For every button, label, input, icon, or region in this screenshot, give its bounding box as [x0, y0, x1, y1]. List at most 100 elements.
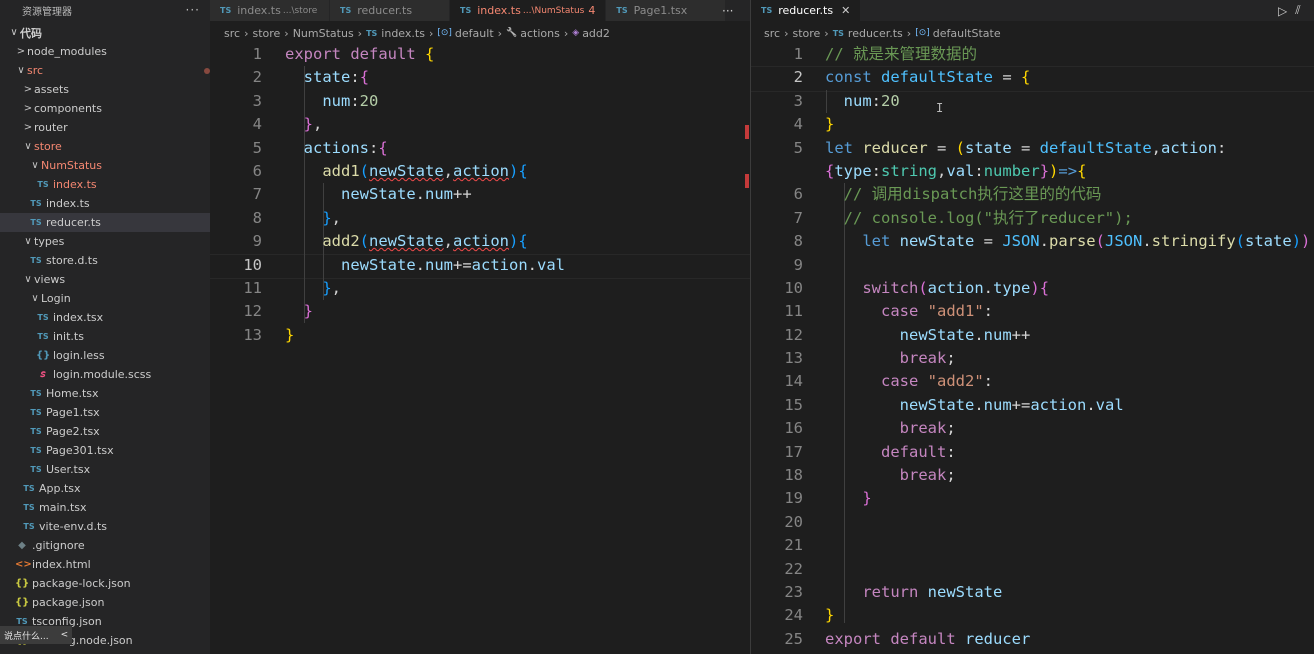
right-code-editor[interactable]: 1 2 3 4 5 6 7 8 9 10 11 12 13 14 15 16 17 18 19 20 21 22 23 24 2…: [751, 43, 1314, 654]
code-line[interactable]: const defaultState = {: [825, 66, 1310, 89]
code-line[interactable]: [825, 254, 1310, 277]
tree-folder[interactable]: ∨ Login: [0, 289, 210, 308]
code-line[interactable]: },: [285, 207, 565, 230]
code-line[interactable]: [825, 558, 1310, 581]
tree-file[interactable]: TS Page2.tsx: [0, 422, 210, 441]
code-line[interactable]: [825, 511, 1310, 534]
code-line[interactable]: {type:string,val:number})=>{: [825, 160, 1310, 183]
tree-file[interactable]: TSindex.ts4: [0, 175, 210, 194]
breadcrumb-item[interactable]: store: [792, 27, 820, 40]
run-icon[interactable]: ▷: [1278, 4, 1287, 18]
tree-folder[interactable]: ∨ views: [0, 270, 210, 289]
code-line[interactable]: break;: [825, 417, 1310, 440]
split-editor-icon[interactable]: ⫽: [1295, 3, 1300, 18]
breadcrumb-item[interactable]: src: [764, 27, 780, 40]
code-line[interactable]: [825, 534, 1310, 557]
code-line[interactable]: }: [825, 113, 1310, 136]
close-icon[interactable]: ✕: [841, 4, 850, 17]
tree-folder[interactable]: > router: [0, 118, 210, 137]
code-line[interactable]: newState.num+=action.val: [285, 254, 565, 277]
code-line[interactable]: },: [285, 113, 565, 136]
tree-file[interactable]: ◆ .gitignore: [0, 536, 210, 555]
tree-folder[interactable]: ∨ types: [0, 232, 210, 251]
left-code-lines[interactable]: export default { state:{ num:20 }, actio…: [285, 43, 565, 347]
chevron-right-icon[interactable]: >: [22, 84, 34, 95]
code-line[interactable]: actions:{: [285, 137, 565, 160]
tree-file[interactable]: {} package-lock.json: [0, 574, 210, 593]
code-line[interactable]: switch(action.type){: [825, 277, 1310, 300]
tree-file[interactable]: TS Page1.tsx: [0, 403, 210, 422]
code-line[interactable]: add1(newState,action){: [285, 160, 565, 183]
breadcrumb-item[interactable]: default: [455, 27, 494, 40]
tree-file[interactable]: TS store.d.ts: [0, 251, 210, 270]
tree-file[interactable]: TS vite-env.d.ts: [0, 517, 210, 536]
breadcrumb-item[interactable]: actions: [520, 27, 560, 40]
tree-folder[interactable]: ∨ store: [0, 137, 210, 156]
explorer-more-icon[interactable]: ···: [186, 3, 200, 17]
tree-file[interactable]: {} login.less: [0, 346, 210, 365]
left-code-editor[interactable]: 1 2 3 4 5 6 7 8 9 10 11 12 13 export default { state…: [210, 43, 750, 654]
chevron-right-icon[interactable]: >: [15, 46, 27, 57]
right-code-lines[interactable]: // 就是来管理数据的 const defaultState = { num:20…: [825, 43, 1310, 651]
tree-folder[interactable]: > node_modules: [0, 42, 210, 61]
tree-file[interactable]: TS main.tsx: [0, 498, 210, 517]
tree-file[interactable]: <> index.html: [0, 555, 210, 574]
chevron-down-icon[interactable]: ∨: [29, 160, 41, 171]
breadcrumb-item[interactable]: add2: [582, 27, 610, 40]
tree-file[interactable]: TS reducer.ts: [0, 213, 210, 232]
code-line[interactable]: add2(newState,action){: [285, 230, 565, 253]
code-line[interactable]: export default {: [285, 43, 565, 66]
editor-tab[interactable]: TS reducer.ts: [330, 0, 450, 21]
code-line[interactable]: case "add2":: [825, 370, 1310, 393]
chevron-down-icon[interactable]: ∨: [8, 27, 20, 38]
code-line[interactable]: },: [285, 277, 565, 300]
code-line[interactable]: let reducer = (state = defaultState,acti…: [825, 137, 1310, 160]
chevron-right-icon[interactable]: >: [22, 122, 34, 133]
code-line[interactable]: state:{: [285, 66, 565, 89]
breadcrumb-item[interactable]: src: [224, 27, 240, 40]
code-line[interactable]: }: [285, 324, 565, 347]
chevron-down-icon[interactable]: ∨: [22, 274, 34, 285]
code-line[interactable]: break;: [825, 464, 1310, 487]
breadcrumb-item[interactable]: index.ts: [381, 27, 425, 40]
code-line[interactable]: num:20: [285, 90, 565, 113]
code-line[interactable]: }: [825, 487, 1310, 510]
code-line[interactable]: // 调用dispatch执行这里的的代码: [825, 183, 1310, 206]
code-line[interactable]: // console.log("执行了reducer");: [825, 207, 1310, 230]
collapse-arrow-icon[interactable]: <: [61, 630, 69, 640]
tree-folder[interactable]: > components: [0, 99, 210, 118]
tree-file[interactable]: {} package.json: [0, 593, 210, 612]
tree-file[interactable]: 𝘴 login.module.scss: [0, 365, 210, 384]
editor-tab[interactable]: TS index.ts ...\NumStatus 4: [450, 0, 607, 21]
chevron-down-icon[interactable]: ∨: [15, 65, 27, 76]
code-line[interactable]: let newState = JSON.parse(JSON.stringify…: [825, 230, 1310, 253]
code-line[interactable]: default:: [825, 441, 1310, 464]
chevron-down-icon[interactable]: ∨: [29, 293, 41, 304]
code-line[interactable]: return newState: [825, 581, 1310, 604]
code-line[interactable]: // 就是来管理数据的: [825, 43, 1310, 66]
chat-input-hint[interactable]: 说点什么... <: [0, 626, 73, 644]
breadcrumb-item[interactable]: defaultState: [933, 27, 1001, 40]
tree-file[interactable]: TS Page301.tsx: [0, 441, 210, 460]
chevron-down-icon[interactable]: ∨: [22, 141, 34, 152]
breadcrumb-item[interactable]: store: [252, 27, 280, 40]
tree-file[interactable]: TS App.tsx: [0, 479, 210, 498]
code-line[interactable]: export default reducer: [825, 628, 1310, 651]
editor-tab[interactable]: TS reducer.ts ✕: [751, 0, 862, 21]
editor-tab[interactable]: TS index.ts ...\store: [210, 0, 330, 21]
breadcrumb-item[interactable]: NumStatus: [293, 27, 354, 40]
code-line[interactable]: case "add1":: [825, 300, 1310, 323]
tree-file[interactable]: TS index.tsx: [0, 308, 210, 327]
tree-folder[interactable]: ∨ src: [0, 61, 210, 80]
tree-file[interactable]: TS init.ts: [0, 327, 210, 346]
chevron-down-icon[interactable]: ∨: [22, 236, 34, 247]
code-line[interactable]: break;: [825, 347, 1310, 370]
tree-folder[interactable]: ∨ NumStatus: [0, 156, 210, 175]
code-line[interactable]: newState.num++: [825, 324, 1310, 347]
tree-folder[interactable]: ∨ 代码: [0, 23, 210, 42]
code-line[interactable]: num:20: [825, 90, 1310, 113]
code-line[interactable]: }: [825, 604, 1310, 627]
tree-file[interactable]: TS index.ts: [0, 194, 210, 213]
chevron-right-icon[interactable]: >: [22, 103, 34, 114]
left-tab-more-icon[interactable]: ···: [722, 0, 733, 21]
